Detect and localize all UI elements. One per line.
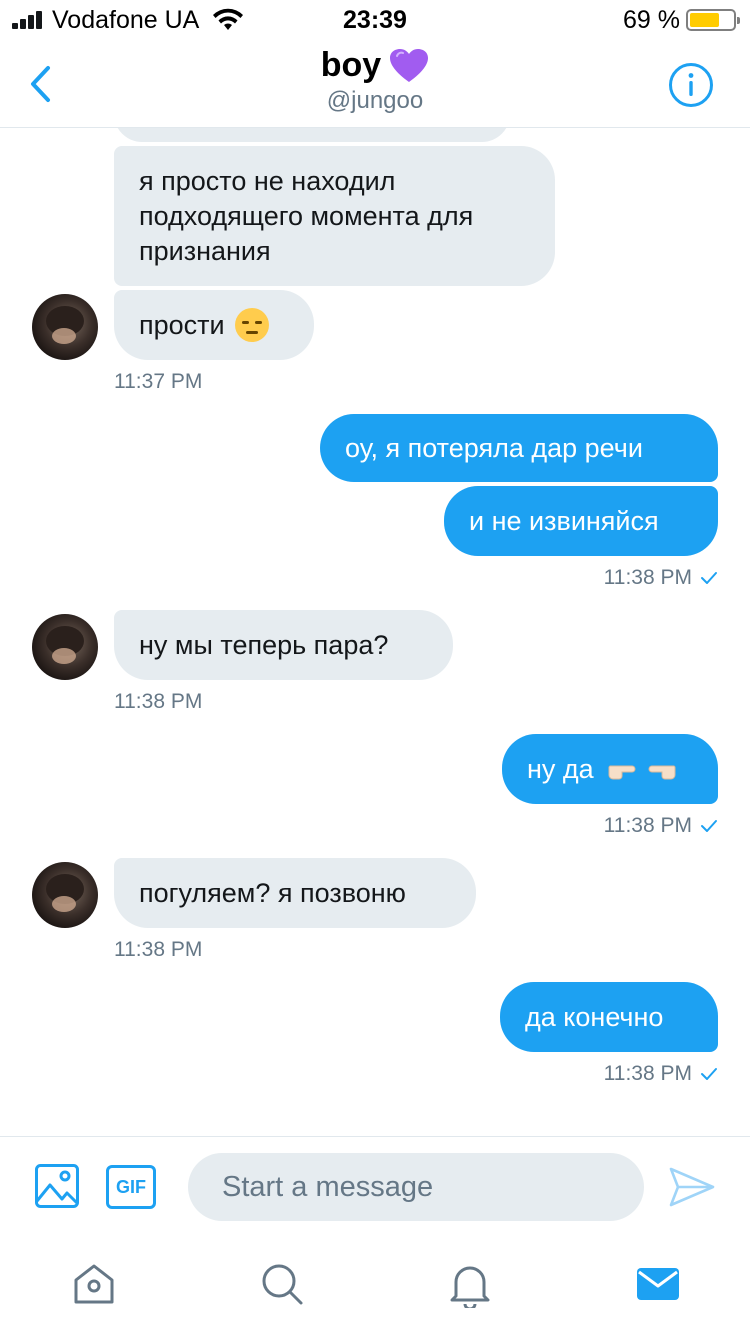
page-title: boy	[321, 46, 429, 85]
conversation-header: boy @jungoo	[0, 40, 750, 128]
message-text: я просто не находил подходящего момента …	[139, 165, 474, 266]
message-input[interactable]	[188, 1153, 644, 1221]
message-timestamp: 11:38 PM	[114, 690, 203, 713]
message-bubble-outgoing[interactable]: и не извиняйся	[444, 486, 718, 556]
tab-bar	[0, 1236, 750, 1334]
message-timestamp-row: 11:38 PM	[604, 1062, 718, 1086]
tab-search[interactable]	[258, 1260, 306, 1308]
message-timestamp: 11:37 PM	[114, 370, 203, 393]
message-text: прости	[139, 309, 225, 340]
purple-heart-icon	[390, 48, 429, 82]
message-timestamp: 11:38 PM	[603, 566, 692, 589]
battery-percent: 69 %	[623, 6, 680, 34]
pensive-face-icon	[234, 308, 269, 342]
message-thread[interactable]: я просто не находил подходящего момента …	[0, 128, 750, 1136]
battery-icon	[686, 9, 740, 31]
info-icon[interactable]	[668, 62, 714, 108]
send-icon[interactable]	[668, 1165, 716, 1209]
status-bar: Vodafone UA 23:39 69 %	[0, 0, 750, 40]
message-bubble-outgoing[interactable]: оу, я потеряла дар речи	[320, 414, 718, 482]
pointing-fingers-icon	[606, 758, 678, 780]
tab-home[interactable]	[70, 1260, 118, 1308]
message-text: погуляем? я позвоню	[139, 877, 406, 908]
message-bubble-partial[interactable]	[114, 128, 510, 142]
message-text: ну мы теперь пара?	[139, 629, 389, 660]
avatar[interactable]	[32, 294, 98, 360]
checkmark-icon	[701, 1068, 717, 1080]
message-timestamp: 11:38 PM	[603, 1062, 692, 1085]
message-bubble-incoming[interactable]: я просто не находил подходящего момента …	[114, 146, 555, 286]
message-text: ну да	[527, 753, 594, 784]
message-text: и не извиняйся	[469, 505, 659, 536]
checkmark-icon	[701, 572, 717, 584]
avatar[interactable]	[32, 614, 98, 680]
contact-handle: @jungoo	[326, 87, 424, 114]
notifications-icon	[450, 1266, 490, 1308]
conversation-title-block[interactable]: boy @jungoo	[0, 46, 750, 115]
message-text: оу, я потеряла дар речи	[345, 432, 643, 463]
tab-messages[interactable]	[634, 1260, 682, 1308]
tab-notifications[interactable]	[446, 1260, 494, 1308]
message-timestamp: 11:38 PM	[114, 938, 203, 961]
search-icon	[262, 1264, 303, 1305]
message-bubble-incoming[interactable]: ну мы теперь пара?	[114, 610, 453, 680]
avatar[interactable]	[32, 862, 98, 928]
message-composer: GIF	[0, 1136, 750, 1236]
message-timestamp-row: 11:38 PM	[604, 566, 718, 590]
message-timestamp: 11:38 PM	[603, 814, 692, 837]
message-bubble-outgoing[interactable]: ну да	[502, 734, 718, 804]
image-icon[interactable]	[34, 1163, 80, 1209]
checkmark-icon	[701, 820, 717, 832]
message-bubble-incoming[interactable]: прости	[114, 290, 314, 360]
message-text: да конечно	[525, 1001, 664, 1032]
gif-button[interactable]: GIF	[106, 1165, 156, 1209]
contact-name: boy	[320, 46, 382, 84]
battery-level	[690, 13, 719, 27]
home-icon	[74, 1264, 114, 1304]
message-bubble-outgoing[interactable]: да конечно	[500, 982, 718, 1052]
message-timestamp-row: 11:38 PM	[604, 814, 718, 838]
message-bubble-incoming[interactable]: погуляем? я позвоню	[114, 858, 476, 928]
messages-icon	[637, 1268, 679, 1300]
